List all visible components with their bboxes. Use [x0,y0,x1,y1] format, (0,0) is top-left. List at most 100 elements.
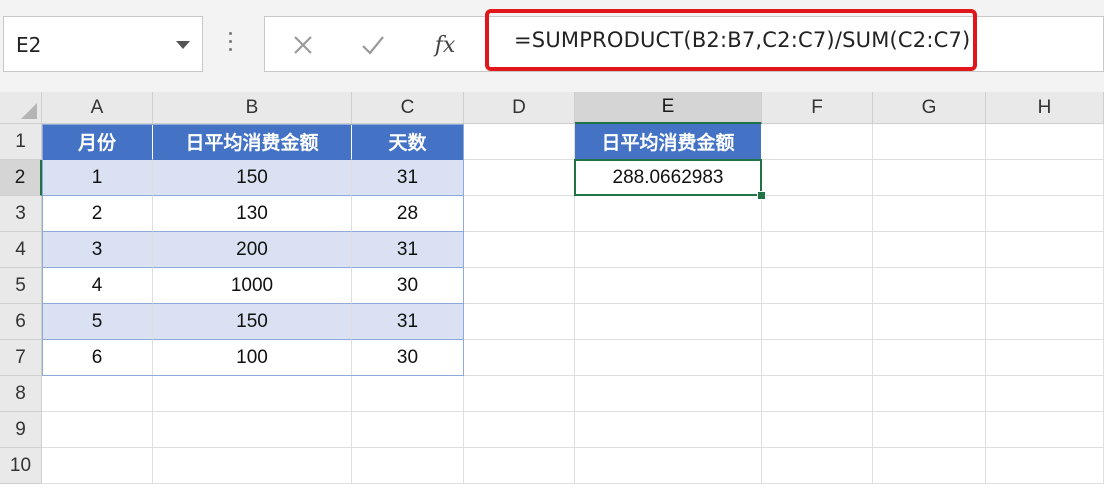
cell-b3[interactable]: 130 [153,196,352,232]
cell-h8[interactable] [986,376,1104,412]
cell-d1[interactable] [464,124,575,160]
cell-g8[interactable] [873,376,986,412]
row-header-2[interactable]: 2 [0,160,42,196]
cell-h9[interactable] [986,412,1104,448]
cell-g2[interactable] [873,160,986,196]
cell-d3[interactable] [464,196,575,232]
row-header-1[interactable]: 1 [0,124,42,160]
cell-e4[interactable] [575,232,762,268]
cell-e9[interactable] [575,412,762,448]
cell-g3[interactable] [873,196,986,232]
cell-h3[interactable] [986,196,1104,232]
cell-a10[interactable] [42,448,153,484]
chevron-down-icon[interactable] [176,41,190,49]
cell-g6[interactable] [873,304,986,340]
column-header-c[interactable]: C [352,92,464,124]
cell-d4[interactable] [464,232,575,268]
name-box[interactable]: E2 [3,16,203,72]
cell-g1[interactable] [873,124,986,160]
cell-c9[interactable] [352,412,464,448]
column-header-d[interactable]: D [464,92,575,124]
cell-f9[interactable] [762,412,873,448]
cell-f8[interactable] [762,376,873,412]
row-header-3[interactable]: 3 [0,196,42,232]
cell-c3[interactable]: 28 [352,196,464,232]
cell-c7[interactable]: 30 [352,340,464,376]
cell-f10[interactable] [762,448,873,484]
row-header-4[interactable]: 4 [0,232,42,268]
row-header-7[interactable]: 7 [0,340,42,376]
row-header-5[interactable]: 5 [0,268,42,304]
cell-a9[interactable] [42,412,153,448]
cell-h2[interactable] [986,160,1104,196]
close-icon[interactable] [285,27,321,63]
row-header-6[interactable]: 6 [0,304,42,340]
cell-b7[interactable]: 100 [153,340,352,376]
cell-f3[interactable] [762,196,873,232]
cell-g7[interactable] [873,340,986,376]
cell-b8[interactable] [153,376,352,412]
cell-f4[interactable] [762,232,873,268]
cell-c1[interactable]: 天数 [352,124,464,160]
cell-e1[interactable]: 日平均消费金额 [575,124,762,160]
cell-c6[interactable]: 31 [352,304,464,340]
cell-f7[interactable] [762,340,873,376]
cell-d9[interactable] [464,412,575,448]
cell-d10[interactable] [464,448,575,484]
cell-g10[interactable] [873,448,986,484]
cell-h5[interactable] [986,268,1104,304]
column-header-g[interactable]: G [873,92,986,124]
cell-b9[interactable] [153,412,352,448]
cell-c8[interactable] [352,376,464,412]
cell-e10[interactable] [575,448,762,484]
cell-a4[interactable]: 3 [42,232,153,268]
fill-handle[interactable] [757,191,766,200]
cell-a2[interactable]: 1 [42,160,153,196]
cell-a5[interactable]: 4 [42,268,153,304]
cell-c4[interactable]: 31 [352,232,464,268]
cell-d5[interactable] [464,268,575,304]
cell-e8[interactable] [575,376,762,412]
cell-c10[interactable] [352,448,464,484]
cell-e7[interactable] [575,340,762,376]
cell-f2[interactable] [762,160,873,196]
row-header-8[interactable]: 8 [0,376,42,412]
cell-d8[interactable] [464,376,575,412]
fx-icon[interactable]: fx [427,27,463,63]
cell-b2[interactable]: 150 [153,160,352,196]
formula-text[interactable]: =SUMPRODUCT(B2:B7,C2:C7)/SUM(C2:C7) [514,28,970,52]
cell-b1[interactable]: 日平均消费金额 [153,124,352,160]
row-header-9[interactable]: 9 [0,412,42,448]
column-header-h[interactable]: H [986,92,1104,124]
cell-h6[interactable] [986,304,1104,340]
cell-b10[interactable] [153,448,352,484]
cell-d6[interactable] [464,304,575,340]
cell-g5[interactable] [873,268,986,304]
cell-g4[interactable] [873,232,986,268]
column-header-a[interactable]: A [42,92,153,124]
cell-f1[interactable] [762,124,873,160]
cell-e2[interactable]: 288.0662983 [575,160,762,196]
cell-f6[interactable] [762,304,873,340]
cell-h4[interactable] [986,232,1104,268]
cell-c5[interactable]: 30 [352,268,464,304]
cell-d2[interactable] [464,160,575,196]
cell-h7[interactable] [986,340,1104,376]
cell-a3[interactable]: 2 [42,196,153,232]
cell-a7[interactable]: 6 [42,340,153,376]
row-header-10[interactable]: 10 [0,448,42,484]
cell-b6[interactable]: 150 [153,304,352,340]
cell-e5[interactable] [575,268,762,304]
cell-e6[interactable] [575,304,762,340]
cell-h1[interactable] [986,124,1104,160]
cell-g9[interactable] [873,412,986,448]
more-options-icon[interactable] [228,32,234,58]
cell-e3[interactable] [575,196,762,232]
column-header-b[interactable]: B [153,92,352,124]
cell-h10[interactable] [986,448,1104,484]
cell-c2[interactable]: 31 [352,160,464,196]
cell-f5[interactable] [762,268,873,304]
select-all-corner[interactable] [0,92,42,124]
cell-a1[interactable]: 月份 [42,124,153,160]
column-header-f[interactable]: F [762,92,873,124]
